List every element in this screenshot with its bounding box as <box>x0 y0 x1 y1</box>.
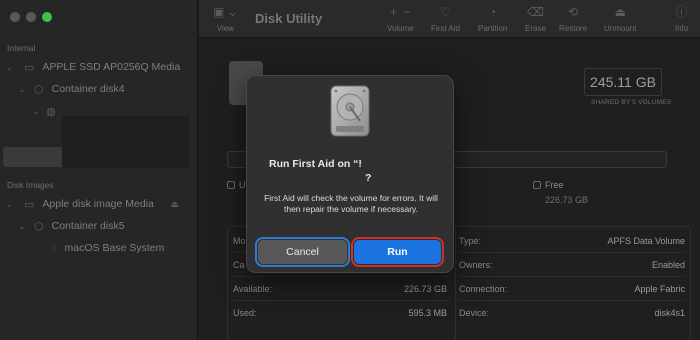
sidebar-item-label: macOS Base System <box>64 242 165 254</box>
add-remove-volume-icon: + − <box>390 5 411 19</box>
legend-used: U <box>227 180 246 190</box>
first-aid-button[interactable]: ♡ First Aid <box>431 0 460 33</box>
sidebar-item-label: APPLE SSD AP0256Q Media <box>42 61 181 73</box>
redacted-area <box>62 116 190 168</box>
sidebar-item-label: Container disk4 <box>51 83 125 95</box>
sidebar-section-internal: Internal <box>7 43 36 53</box>
sidebar-item-volume-group[interactable]: ⌄ ◍ <box>32 102 56 120</box>
free-swatch-icon <box>533 181 541 189</box>
chevron-down-icon[interactable]: ⌄ <box>32 107 40 116</box>
info-key: Available: <box>233 283 272 294</box>
chevron-down-icon[interactable]: ⌄ <box>18 85 26 94</box>
info-key: Connection: <box>459 283 508 294</box>
info-key: Owners: <box>459 259 493 270</box>
info-key: Mo <box>233 235 246 246</box>
volume-icon: ◍ <box>46 105 56 118</box>
info-row: Owners: Enabled <box>459 253 685 277</box>
unmount-button[interactable]: ⏏ Unmount <box>604 0 636 33</box>
window-title: Disk Utility <box>255 11 323 26</box>
info-button[interactable]: ⓘ Info <box>675 0 688 33</box>
sidebar-item-container-disk5[interactable]: ⌄ ⬡ Container disk5 <box>18 217 125 235</box>
info-value: disk4s1 <box>654 308 685 318</box>
info-row: Connection: Apple Fabric <box>459 277 685 301</box>
hard-drive-icon <box>330 85 370 137</box>
sidebar: Internal ⌄ ▭ APPLE SSD AP0256Q Media ⌄ ⬡… <box>0 0 198 340</box>
legend-free: Free <box>533 180 564 190</box>
sidebar-item-label: Container disk5 <box>51 220 125 232</box>
restore-button[interactable]: ⟲ Restore <box>559 0 587 33</box>
info-row: Available: 226.73 GB <box>233 277 451 301</box>
erase-button[interactable]: ⌫ Erase <box>525 0 546 33</box>
container-icon: ⬡ <box>34 83 44 96</box>
capacity-value: 245.11 GB <box>584 68 662 96</box>
disk-image-icon: ▭ <box>24 198 35 211</box>
info-divider <box>455 227 456 340</box>
run-button[interactable]: Run <box>351 237 444 267</box>
capacity-caption: SHARED BY 5 VOLUMES <box>591 99 672 106</box>
volume-icon: ◌ <box>50 242 57 254</box>
info-value: Enabled <box>651 259 685 270</box>
view-label: View <box>216 24 234 33</box>
sidebar-item-container-disk4[interactable]: ⌄ ⬡ Container disk4 <box>18 80 125 98</box>
dialog-title-continuation: ? <box>365 172 372 184</box>
close-window-button[interactable] <box>10 12 20 22</box>
zoom-window-button[interactable] <box>42 12 52 22</box>
chevron-down-icon[interactable]: ⌄ <box>18 222 26 231</box>
first-aid-dialog: Run First Aid on “! ? First Aid will che… <box>246 75 454 273</box>
info-icon: ⓘ <box>675 5 688 19</box>
used-swatch-icon <box>227 181 235 189</box>
unmount-label: Unmount <box>604 24 637 33</box>
info-row: Type: APFS Data Volume <box>459 229 685 253</box>
sidebar-item-apple-ssd[interactable]: ⌄ ▭ APPLE SSD AP0256Q Media <box>5 58 181 76</box>
sidebar-section-disk-images: Disk Images <box>7 180 54 190</box>
partition-button[interactable]: ◔ Partition <box>478 0 507 33</box>
info-value: Apple Fabric <box>634 283 685 294</box>
sidebar-item-macos-base-system[interactable]: ◌ macOS Base System <box>50 239 164 257</box>
volume-label: Volume <box>387 24 414 33</box>
minimize-window-button[interactable] <box>26 12 36 22</box>
partition-label: Partition <box>478 24 508 33</box>
info-key: Used: <box>233 308 257 318</box>
info-key: Type: <box>459 235 482 246</box>
partition-icon: ◔ <box>489 5 497 19</box>
chevron-down-icon[interactable]: ⌄ <box>5 63 13 72</box>
sidebar-item-label: Apple disk image Media <box>42 198 154 210</box>
sidebar-view-icon: ▣ ⌄ <box>213 5 238 19</box>
volume-button[interactable]: + − Volume <box>387 0 414 33</box>
first-aid-label: First Aid <box>431 24 460 33</box>
eject-icon[interactable]: ⏏ <box>170 199 179 210</box>
toolbar: ▣ ⌄ View Disk Utility + − Volume ♡ First… <box>199 0 700 38</box>
info-value: 595.3 MB <box>408 308 447 318</box>
container-icon: ⬡ <box>34 220 44 233</box>
view-button[interactable]: ▣ ⌄ View <box>213 0 238 33</box>
eject-icon: ⏏ <box>614 5 626 19</box>
sidebar-item-apple-disk-image[interactable]: ⌄ ▭ Apple disk image Media ⏏ <box>5 195 195 213</box>
internal-disk-icon: ▭ <box>24 61 35 74</box>
info-row: Used: 595.3 MB <box>233 301 451 325</box>
info-value: 226.73 GB <box>403 283 447 294</box>
stethoscope-icon: ♡ <box>440 5 451 19</box>
info-row: Device: disk4s1 <box>459 301 685 325</box>
info-label: Info <box>675 24 689 33</box>
info-value: APFS Data Volume <box>607 235 685 246</box>
legend-label: U <box>239 180 246 190</box>
cancel-button[interactable]: Cancel <box>255 237 350 267</box>
info-key: Ca <box>233 259 245 270</box>
dialog-title: Run First Aid on “! <box>269 158 362 170</box>
legend-free-value: 226.73 GB <box>545 195 589 205</box>
chevron-down-icon[interactable]: ⌄ <box>5 200 13 209</box>
restore-icon: ⟲ <box>567 5 579 19</box>
restore-label: Restore <box>559 24 588 33</box>
erase-label: Erase <box>525 24 546 33</box>
dialog-message: First Aid will check the volume for erro… <box>264 193 438 214</box>
legend-label: Free <box>545 180 564 190</box>
window-controls <box>10 12 52 22</box>
info-key: Device: <box>459 308 490 318</box>
erase-icon: ⌫ <box>526 5 544 19</box>
